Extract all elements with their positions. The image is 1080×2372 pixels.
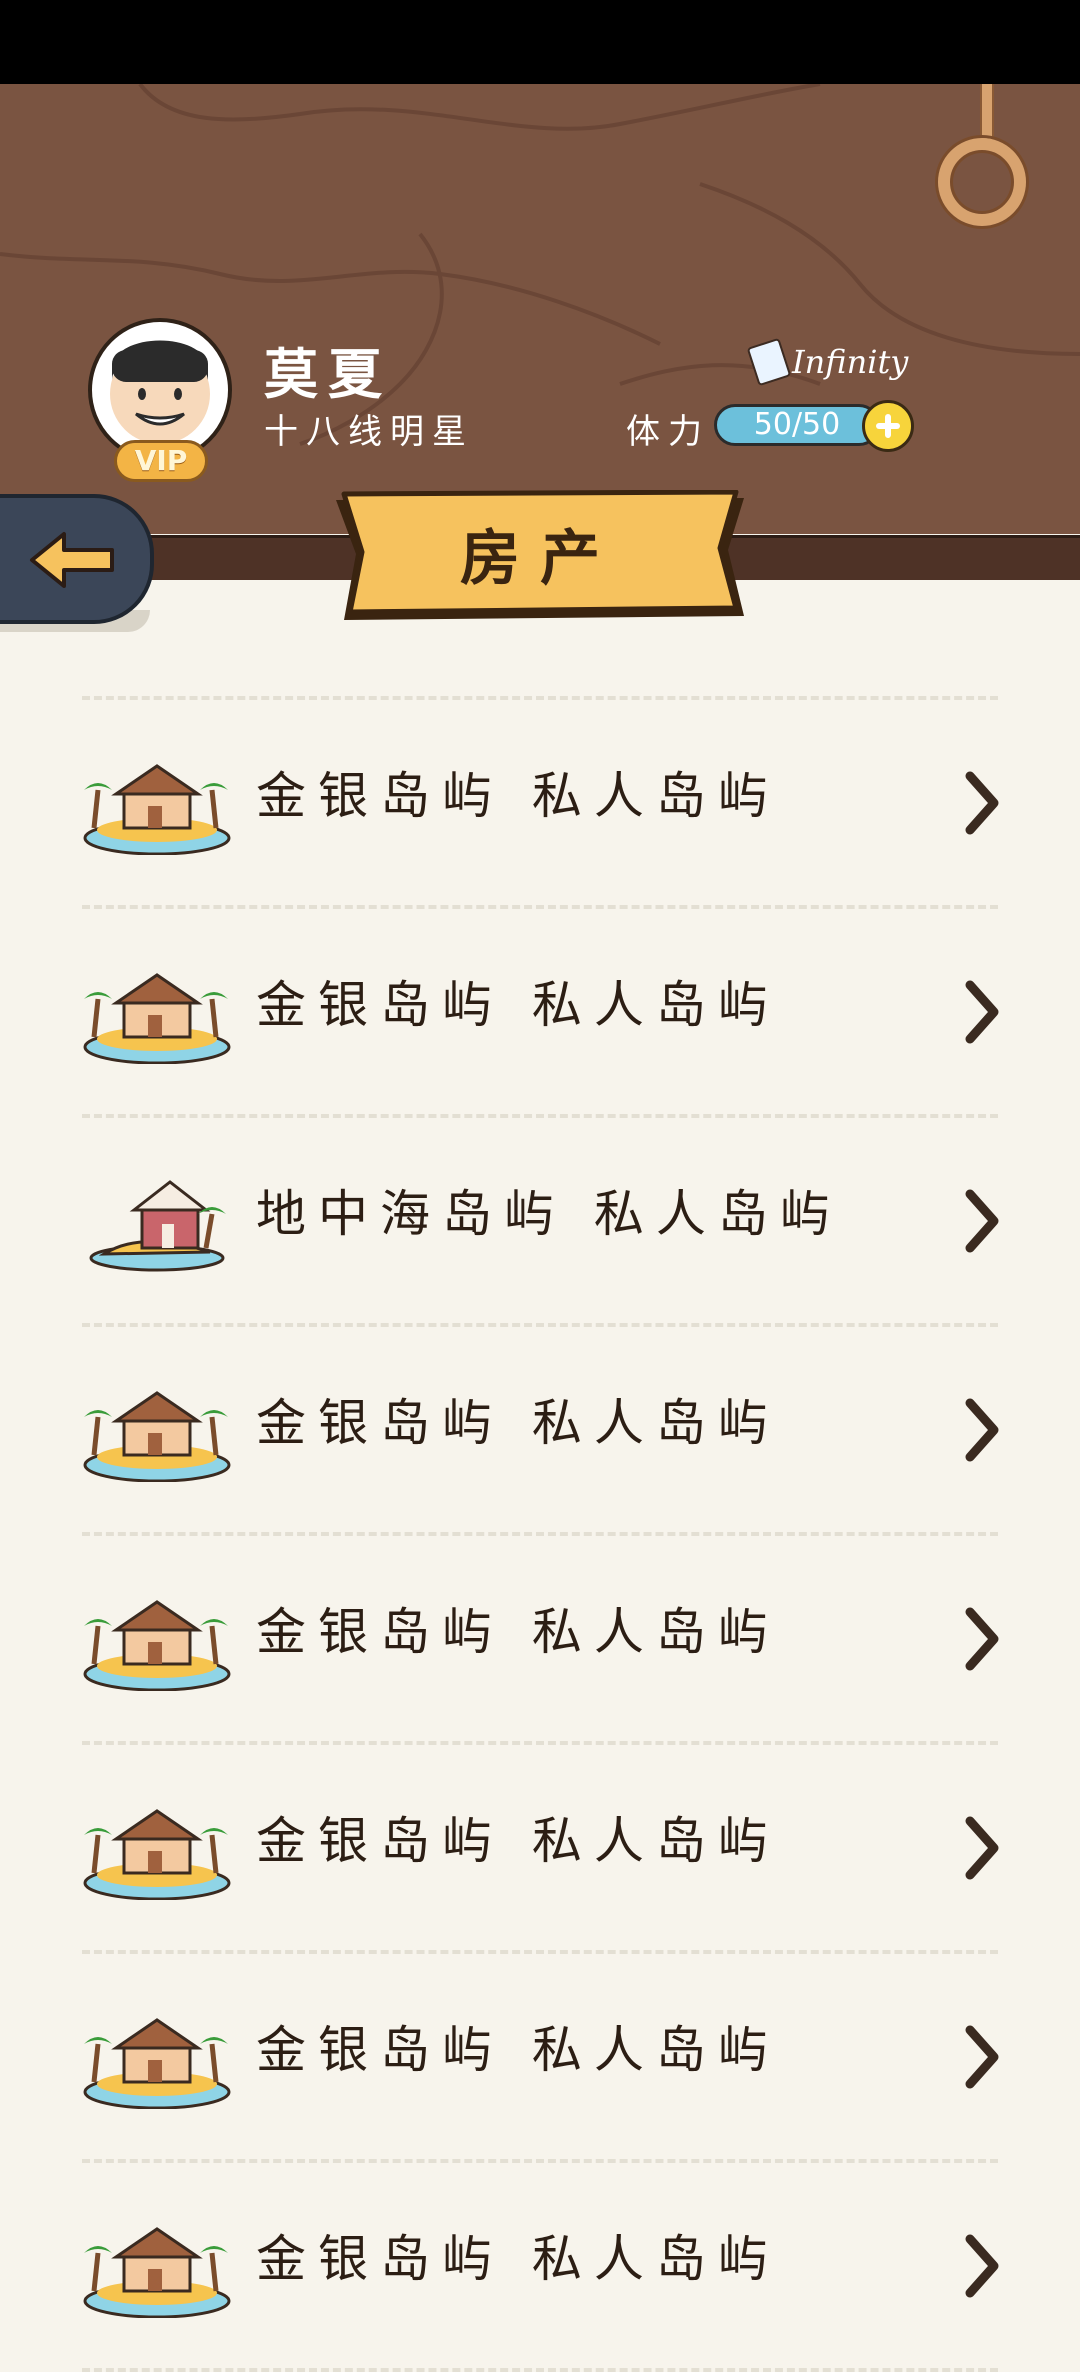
list-item[interactable]: 金银岛屿 私人岛屿 bbox=[82, 1327, 999, 1536]
chevron-right-icon bbox=[965, 1398, 999, 1462]
player-title: 十八线明星 bbox=[264, 412, 474, 452]
list-item[interactable]: 金银岛屿 私人岛屿 bbox=[82, 696, 999, 909]
list-item[interactable]: 金银岛屿 私人岛屿 bbox=[82, 1536, 999, 1745]
pull-rope bbox=[980, 84, 994, 144]
infinity-currency: Infinity bbox=[746, 337, 909, 387]
property-name: 金银岛屿 私人岛屿 bbox=[256, 1394, 780, 1452]
chevron-right-icon bbox=[965, 2234, 999, 2298]
property-name: 金银岛屿 私人岛屿 bbox=[256, 767, 780, 825]
gold-island-icon bbox=[83, 1600, 231, 1691]
list-item[interactable]: 金银岛屿 私人岛屿 bbox=[82, 909, 999, 1118]
add-stamina-button[interactable] bbox=[862, 400, 914, 452]
chevron-right-icon bbox=[965, 1189, 999, 1253]
property-name: 金银岛屿 私人岛屿 bbox=[256, 1603, 780, 1661]
pull-ring-button[interactable] bbox=[938, 138, 1026, 226]
property-name: 金银岛屿 私人岛屿 bbox=[256, 1812, 780, 1870]
gold-island-icon bbox=[83, 1391, 231, 1482]
gold-island-icon bbox=[83, 2227, 231, 2318]
gold-island-icon bbox=[83, 973, 231, 1064]
list-item[interactable]: 地中海岛屿 私人岛屿 bbox=[82, 1118, 999, 1327]
ticket-icon bbox=[746, 337, 792, 387]
property-name: 金银岛屿 私人岛屿 bbox=[256, 2021, 780, 2079]
list-item[interactable]: 金银岛屿 私人岛屿 bbox=[82, 2163, 999, 2372]
avatar-face-icon bbox=[110, 340, 210, 444]
property-list: 金银岛屿 私人岛屿 金银岛屿 私人岛屿 地中海岛屿 私人岛屿 金银岛屿 私人岛屿… bbox=[82, 696, 999, 2372]
arrow-left-icon bbox=[30, 532, 114, 588]
property-name: 地中海岛屿 私人岛屿 bbox=[256, 1185, 842, 1243]
mediterranean-island-icon bbox=[89, 1180, 226, 1272]
stamina-label: 体力 bbox=[626, 412, 710, 452]
gold-island-icon bbox=[83, 764, 231, 855]
chevron-right-icon bbox=[965, 771, 999, 835]
property-name: 金银岛屿 私人岛屿 bbox=[256, 2230, 780, 2288]
back-button[interactable] bbox=[0, 494, 154, 624]
player-name: 莫夏 bbox=[264, 342, 392, 406]
stamina-bar: 50/50 bbox=[714, 404, 880, 446]
status-bar bbox=[0, 0, 1080, 84]
infinity-label: Infinity bbox=[792, 343, 909, 381]
chevron-right-icon bbox=[965, 1607, 999, 1671]
chevron-right-icon bbox=[965, 1816, 999, 1880]
property-name: 金银岛屿 私人岛屿 bbox=[256, 976, 780, 1034]
chevron-right-icon bbox=[965, 980, 999, 1044]
gold-island-icon bbox=[83, 2018, 231, 2109]
page-title: 房产 bbox=[460, 524, 620, 594]
vip-badge: VIP bbox=[114, 440, 208, 482]
chevron-right-icon bbox=[965, 2025, 999, 2089]
gold-island-icon bbox=[83, 1809, 231, 1900]
list-item[interactable]: 金银岛屿 私人岛屿 bbox=[82, 1745, 999, 1954]
list-item[interactable]: 金银岛屿 私人岛屿 bbox=[82, 1954, 999, 2163]
